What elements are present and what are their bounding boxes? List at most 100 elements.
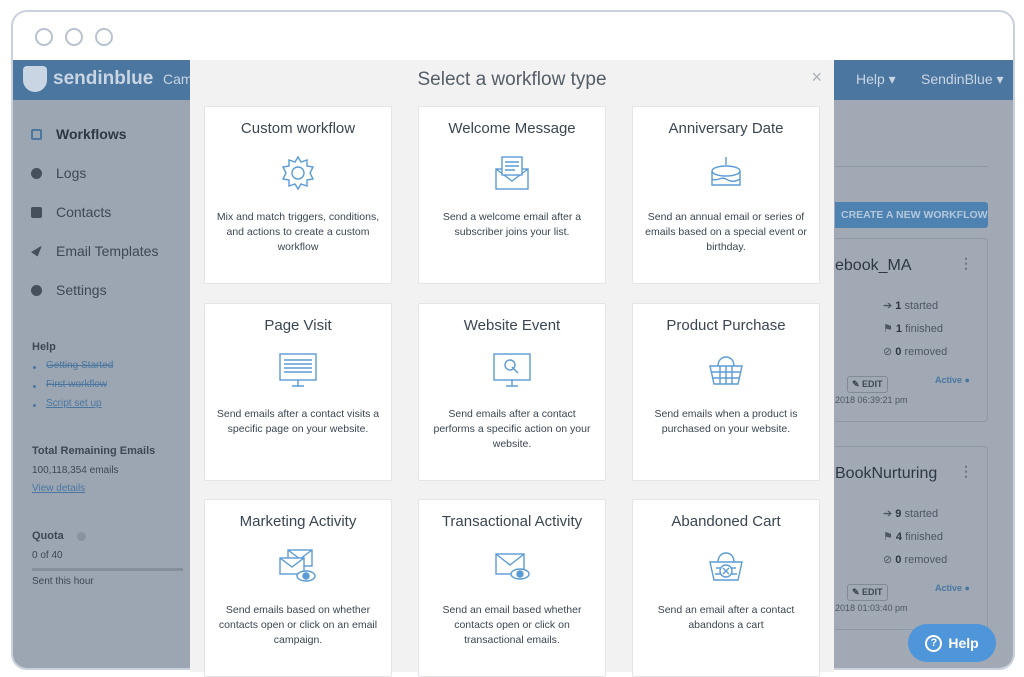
edit-button[interactable]: ✎ EDIT — [847, 376, 888, 393]
edit-button[interactable]: ✎ EDIT — [847, 584, 888, 601]
window-close-dot[interactable] — [35, 28, 53, 46]
workflow-list: CREATE A NEW WORKFLOW ebook_MA ⋮ ➔ 1 sta… — [835, 100, 1013, 668]
window-maximize-dot[interactable] — [95, 28, 113, 46]
remaining-unit: emails — [89, 465, 119, 476]
brand-logo[interactable]: sendinblue — [23, 66, 153, 92]
basket-cancel-icon — [709, 552, 743, 581]
sidebar-item-logs[interactable]: Logs — [31, 165, 86, 181]
workflow-type-card-marketing-activity[interactable]: Marketing Activity Send emails based on … — [204, 499, 392, 677]
card-description: Send an email after a contact abandons a… — [657, 604, 795, 631]
help-heading: Help — [32, 341, 56, 353]
workflow-name: ebook_MA — [835, 257, 912, 274]
close-icon[interactable]: × — [811, 67, 822, 88]
more-options-icon[interactable]: ⋮ — [959, 255, 973, 272]
more-options-icon[interactable]: ⋮ — [959, 463, 973, 480]
bullet — [33, 366, 36, 369]
history-icon — [31, 167, 42, 179]
card-description: Send an email based whether contacts ope… — [442, 604, 582, 646]
sidebar-item-contacts[interactable]: Contacts — [31, 204, 111, 220]
workflow-name: BookNurturing — [835, 465, 938, 482]
quota-progress-bar — [32, 568, 183, 571]
open-envelope-icon — [495, 156, 529, 190]
nav-help[interactable]: Help ▾ — [856, 71, 896, 88]
remaining-heading: Total Remaining Emails — [32, 445, 156, 457]
card-description: Send emails after a contact visits a spe… — [216, 408, 380, 435]
help-link-getting-started[interactable]: Getting Started — [46, 360, 113, 371]
card-title: Website Event — [463, 317, 561, 334]
workflow-type-card-abandoned-cart[interactable]: Abandoned Cart Send an email after a con… — [632, 499, 820, 677]
card-description: Send an annual email or series of emails… — [645, 211, 807, 253]
monitor-click-icon — [493, 353, 531, 387]
bullet — [33, 404, 36, 407]
card-title: Transactional Activity — [441, 513, 583, 530]
status-badge: Active ● — [935, 375, 970, 385]
nav-account[interactable]: SendinBlue ▾ — [921, 71, 1004, 88]
sidebar-item-workflows[interactable]: Workflows — [31, 126, 127, 142]
card-title: Welcome Message — [448, 120, 576, 137]
nav-campaigns[interactable]: Cam — [163, 71, 193, 87]
bullet — [33, 385, 36, 388]
card-title: Product Purchase — [666, 317, 786, 334]
sidebar-item-email-templates[interactable]: Email Templates — [31, 243, 158, 259]
quota-value: 0 of 40 — [32, 550, 63, 561]
stat-finished: ⚑ 1 finished — [883, 323, 944, 335]
workflow-date: 2018 06:39:21 pm — [835, 395, 908, 405]
sidebar-item-label: Email Templates — [56, 243, 159, 259]
workflow-type-card-website-event[interactable]: Website Event Send emails after a contac… — [418, 303, 606, 481]
stat-removed: ⊘ 0 removed — [883, 554, 948, 566]
stat-finished: ⚑ 4 finished — [883, 531, 944, 543]
question-icon: ? — [925, 634, 943, 652]
status-badge: Active ● — [935, 583, 970, 593]
gear-icon — [31, 284, 42, 296]
envelope-eye-icon — [495, 553, 530, 580]
workflow-card[interactable]: BookNurturing ⋮ ➔ 9 started ⚑ 4 finished… — [835, 446, 988, 630]
workflow-type-card-custom-workflow[interactable]: Custom workflow Mix and match triggers, … — [204, 106, 392, 284]
remaining-count: 100,118,354 emails — [32, 465, 119, 476]
workflow-card[interactable]: ebook_MA ⋮ ➔ 1 started ⚑ 1 finished ⊘ 0 … — [835, 238, 988, 422]
workflow-type-card-transactional-activity[interactable]: Transactional Activity Send an email bas… — [418, 499, 606, 677]
gear-icon — [281, 155, 315, 191]
browser-page-icon — [279, 353, 317, 387]
sidebar-item-label: Contacts — [56, 204, 112, 220]
modal-title: Select a workflow type — [417, 69, 607, 90]
sidebar-item-label: Settings — [56, 282, 107, 298]
paper-plane-icon — [31, 245, 42, 257]
divider — [835, 166, 988, 167]
workflow-type-modal: Select a workflow type × Custom workflow… — [190, 60, 834, 677]
contact-card-icon — [31, 206, 42, 218]
sidebar-item-settings[interactable]: Settings — [31, 282, 107, 298]
quota-caption: Sent this hour — [32, 576, 94, 587]
stat-started: ➔ 9 started — [883, 508, 939, 520]
birthday-cake-icon — [711, 157, 741, 186]
workflow-type-card-page-visit[interactable]: Page Visit Send emails after a contact v… — [204, 303, 392, 481]
workflow-date: 2018 01:03:40 pm — [835, 603, 908, 613]
help-button[interactable]: ? Help — [908, 624, 996, 662]
remaining-number: 100,118,354 — [32, 465, 87, 476]
workflow-type-card-product-purchase[interactable]: Product Purchase Send emails when a prod… — [632, 303, 820, 481]
envelopes-eye-icon — [279, 549, 316, 582]
card-title: Custom workflow — [240, 120, 356, 137]
help-link-script-setup[interactable]: Script set up — [46, 398, 102, 409]
card-title: Marketing Activity — [239, 513, 357, 530]
help-button-label: Help — [948, 635, 979, 651]
card-description: Send emails after a contact performs a s… — [433, 408, 591, 450]
window-minimize-dot[interactable] — [65, 28, 83, 46]
shopping-basket-icon — [709, 356, 743, 385]
card-description: Send a welcome email after a subscriber … — [442, 211, 582, 238]
workflow-type-card-anniversary-date[interactable]: Anniversary Date Send an annual email or… — [632, 106, 820, 284]
info-icon[interactable] — [77, 532, 86, 541]
stat-started: ➔ 1 started — [883, 300, 939, 312]
sidebar-item-label: Workflows — [56, 126, 127, 142]
stat-removed: ⊘ 0 removed — [883, 346, 948, 358]
workflow-type-card-welcome-message[interactable]: Welcome Message Send a welcome email aft… — [418, 106, 606, 284]
sidebar-item-label: Logs — [56, 165, 87, 181]
help-link-first-workflow[interactable]: First workflow — [46, 379, 107, 390]
create-workflow-button[interactable]: CREATE A NEW WORKFLOW — [835, 202, 988, 228]
card-description: Send emails based on whether contacts op… — [218, 604, 378, 646]
view-details-link[interactable]: View details — [32, 483, 85, 494]
play-square-icon — [31, 128, 42, 140]
brand-name: sendinblue — [53, 68, 154, 89]
card-title: Page Visit — [264, 317, 332, 334]
sidebar: Workflows Logs Contacts Email Templates … — [13, 100, 191, 668]
card-description: Send emails when a product is purchased … — [654, 408, 798, 435]
